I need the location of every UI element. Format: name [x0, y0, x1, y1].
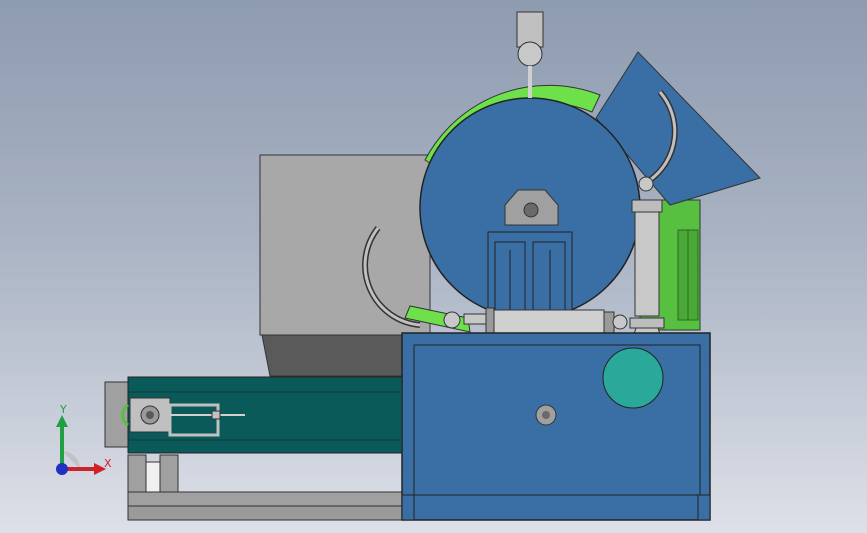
x-axis-label: X — [104, 457, 112, 470]
hydraulic-cylinder-horizontal — [443, 307, 628, 337]
conveyor — [104, 376, 403, 454]
cad-viewport[interactable]: Y X — [0, 0, 867, 533]
coordinate-triad: Y X — [56, 405, 112, 475]
machine-model[interactable] — [0, 0, 867, 533]
top-hanger — [516, 11, 544, 98]
hydraulic-cylinder-vertical — [629, 176, 665, 341]
base-cabinet — [401, 332, 711, 521]
y-axis-label: Y — [59, 405, 67, 416]
motor-housing — [602, 347, 664, 409]
z-axis-dot — [56, 463, 68, 475]
